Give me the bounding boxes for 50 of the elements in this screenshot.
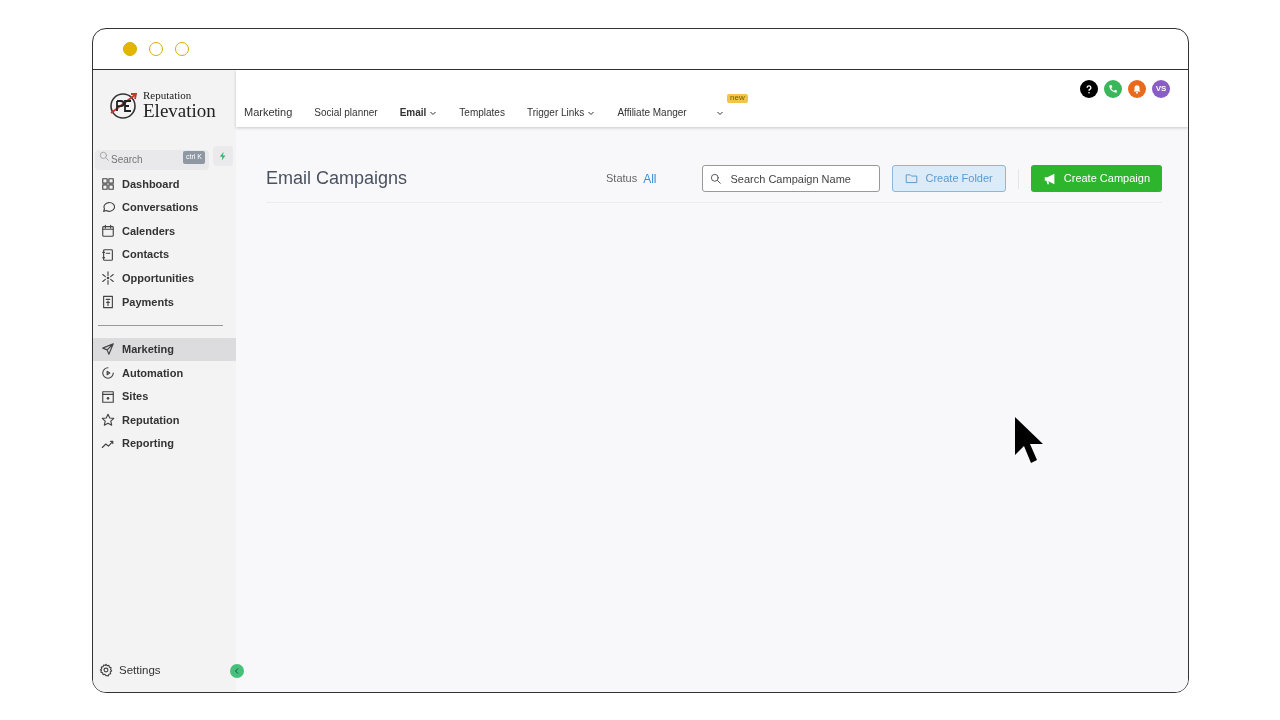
status-label: Status (606, 171, 638, 187)
nav-tab[interactable]: Email (399, 105, 438, 120)
user-avatar[interactable]: VS (1152, 80, 1170, 98)
settings-icon (99, 663, 113, 678)
browser-window-icon (101, 389, 115, 404)
megaphone-icon (1042, 171, 1057, 186)
sidebar-item[interactable]: Marketing (93, 337, 236, 362)
bell-icon (1132, 84, 1142, 94)
phone-button[interactable] (1104, 80, 1122, 98)
sidebar-item[interactable]: Conversations (93, 195, 236, 220)
brand-tagline: Reputation (143, 90, 193, 101)
brand-name: Elevation (143, 101, 216, 120)
settings-link[interactable]: Settings (99, 661, 161, 679)
sidebar-item[interactable]: Reporting (93, 431, 236, 456)
calendar-icon (101, 224, 115, 238)
nav-tab[interactable]: Social planner (314, 105, 378, 120)
asterisk-icon (101, 271, 115, 286)
nav-tab[interactable]: Marketing (244, 103, 293, 120)
new-badge: new (727, 94, 748, 103)
campaign-search-field[interactable]: Search Campaign Name (701, 165, 880, 192)
lightning-icon (218, 151, 228, 161)
notifications-button[interactable] (1128, 80, 1146, 98)
sidebar-item[interactable]: Sites (93, 384, 236, 409)
sidebar-item[interactable]: Reputation (93, 408, 236, 432)
phone-icon (1108, 84, 1118, 94)
chat-bubble-icon (101, 200, 115, 215)
sidebar-item[interactable]: Payments (93, 289, 236, 314)
page-title: Email Campaigns (266, 167, 408, 190)
play-circle-icon (101, 365, 115, 380)
sidebar-item[interactable]: Automation (93, 361, 236, 385)
question-mark-icon (1084, 84, 1094, 94)
contact-card-icon (101, 247, 115, 262)
star-icon (101, 413, 115, 428)
sidebar-item[interactable]: Opportunities (93, 266, 236, 290)
chevron-left-icon (233, 667, 241, 675)
nav-tab[interactable]: Templates (459, 105, 505, 120)
receipt-icon (101, 294, 115, 309)
nav-tab[interactable]: Trigger Links (526, 105, 596, 120)
help-button[interactable] (1080, 80, 1098, 98)
collapse-button[interactable] (230, 664, 244, 678)
sidebar-item[interactable]: Dashboard (93, 172, 236, 196)
folder-icon (904, 172, 918, 185)
grid-icon (101, 176, 115, 191)
search-icon (709, 173, 721, 184)
sidebar-item[interactable]: Calenders (93, 219, 236, 243)
search-icon (99, 151, 109, 161)
quick-action-button[interactable] (213, 146, 233, 166)
sidebar-item[interactable]: Contacts (93, 242, 236, 267)
window-control[interactable] (123, 42, 137, 56)
paper-plane-icon (101, 342, 115, 357)
